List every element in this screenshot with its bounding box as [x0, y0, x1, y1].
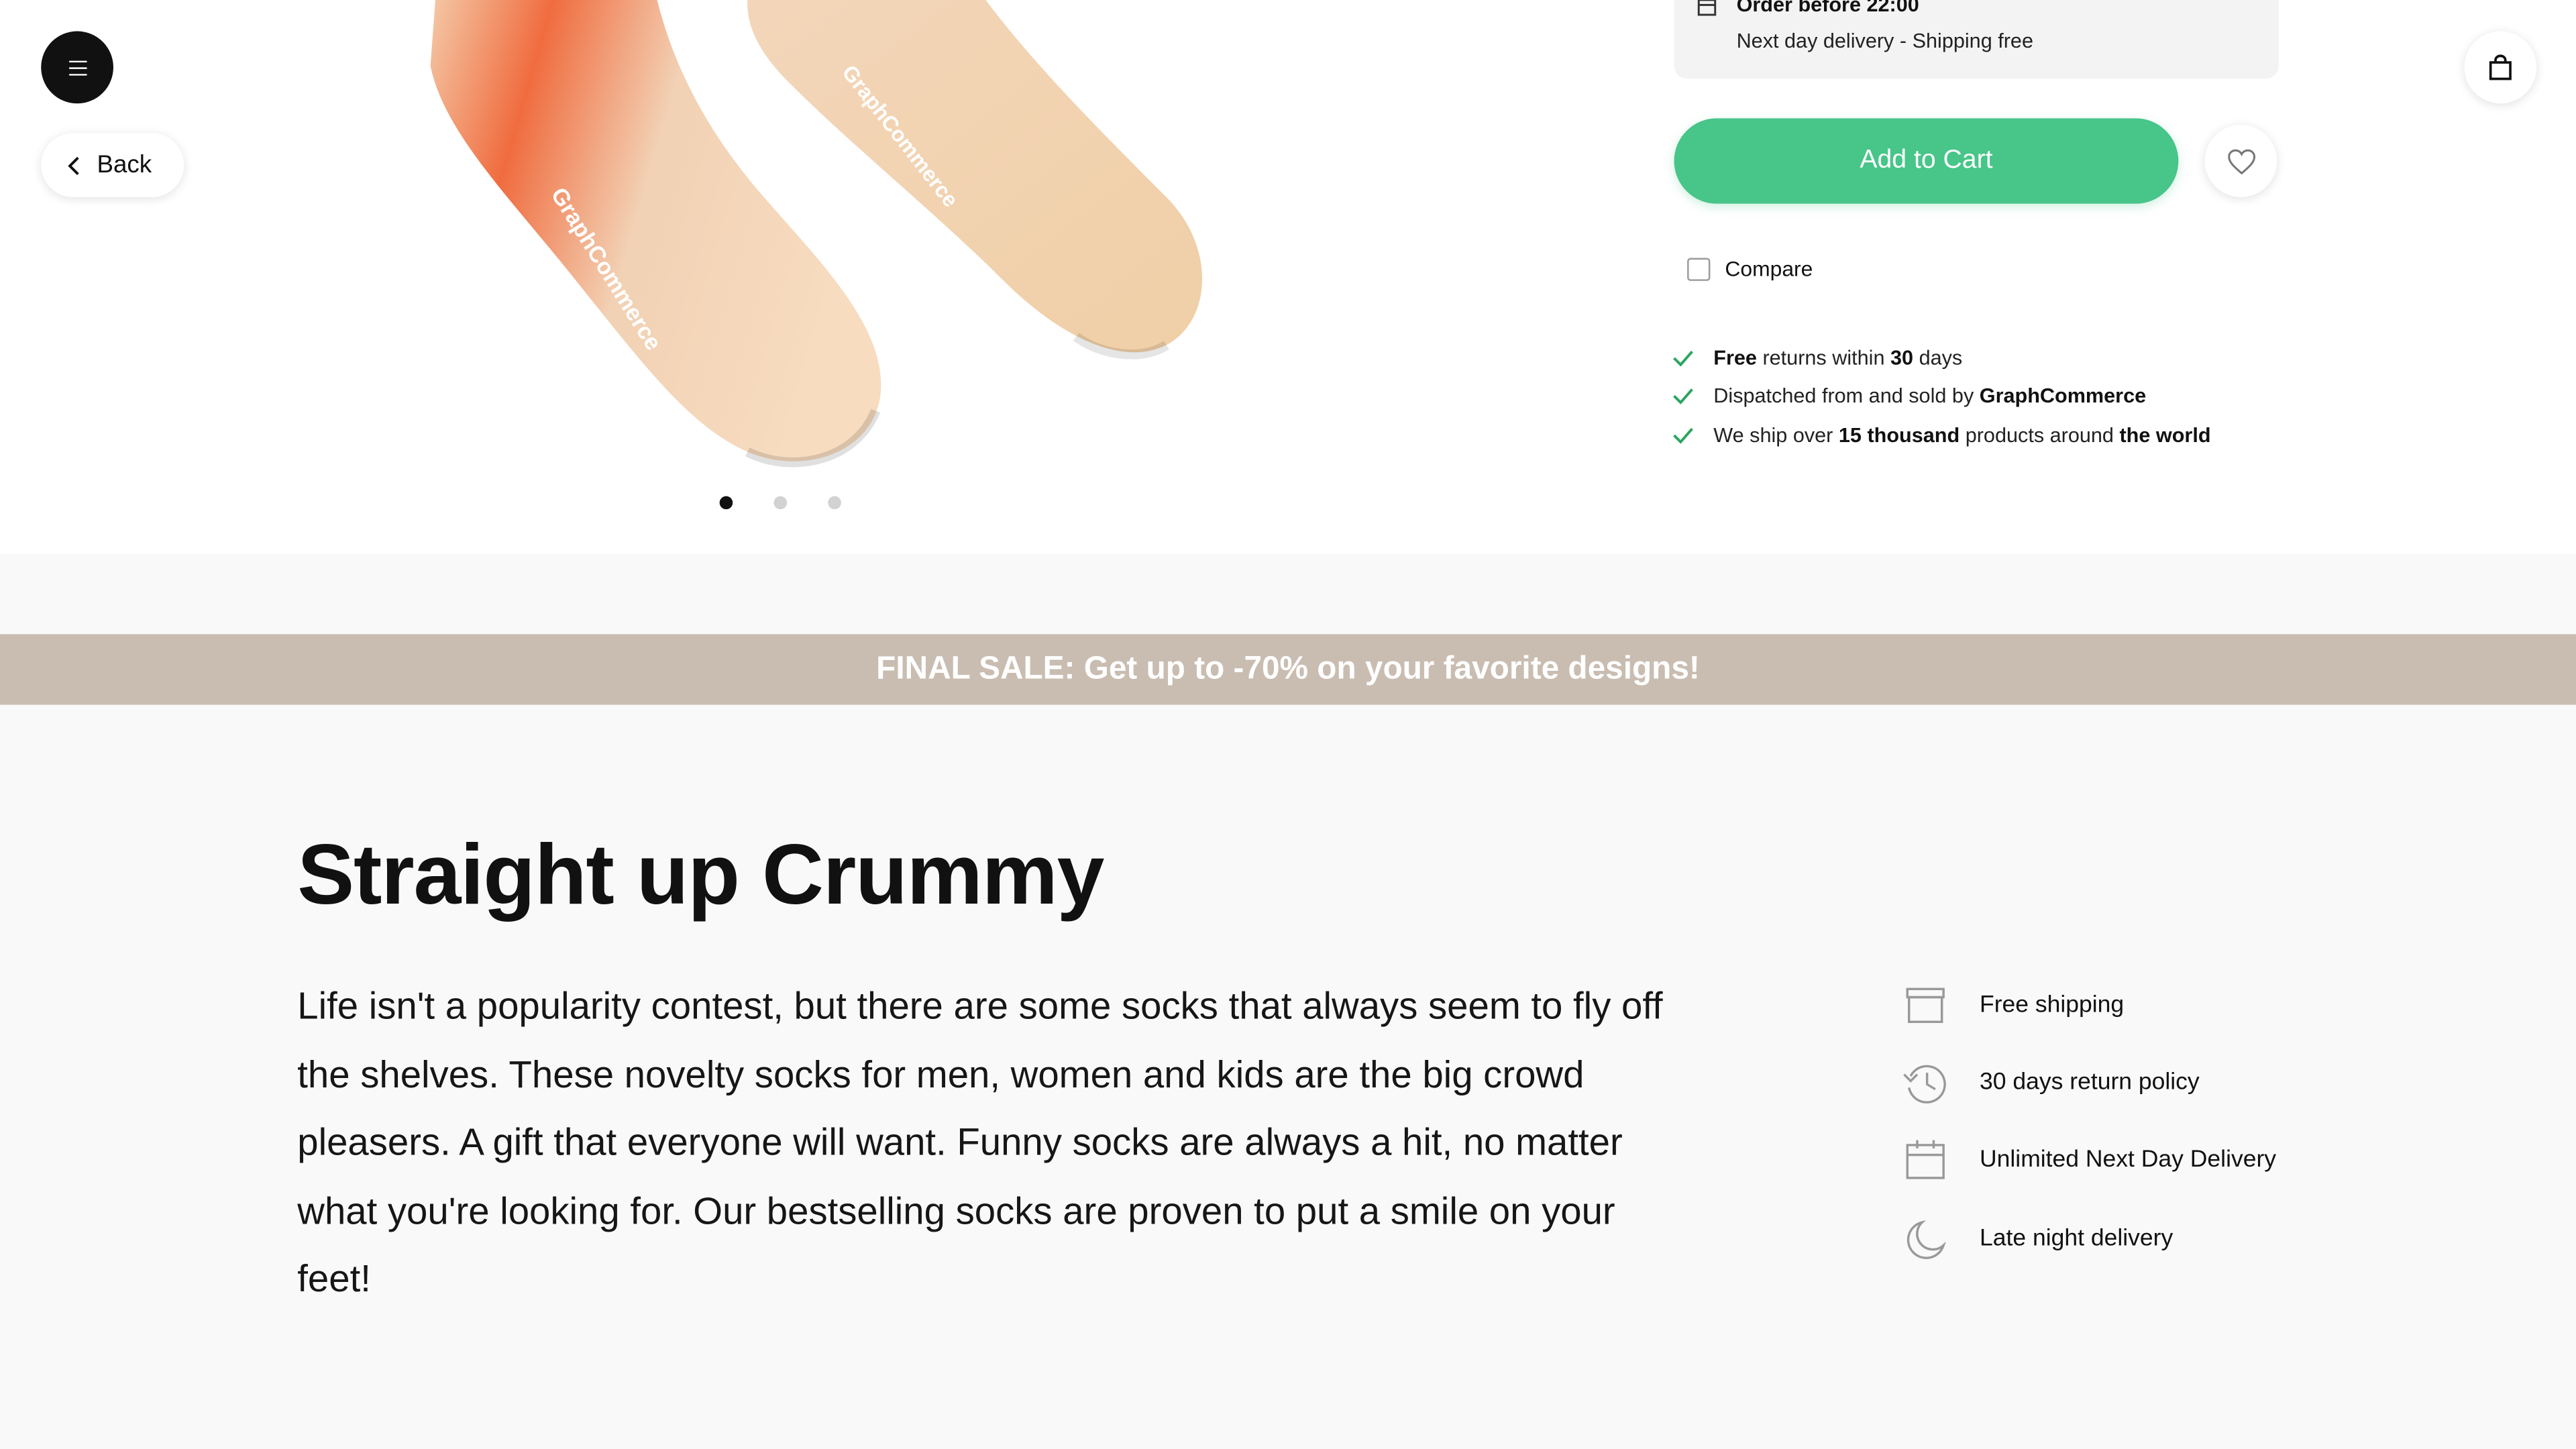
feature-label: Late night delivery [1980, 1224, 2174, 1251]
cart-button[interactable] [2464, 31, 2537, 104]
chevron-left-icon [68, 156, 79, 174]
usp-item: Dispatched from and sold by GraphCommerc… [1672, 377, 2211, 416]
feature-item: Late night delivery [1900, 1199, 2276, 1277]
page-headline: Straight up Crummy [297, 828, 1104, 924]
feature-label: Free shipping [1980, 991, 2125, 1018]
features-list: Free shipping 30 days return policy Unli… [1900, 966, 2276, 1277]
usp-text: We ship over 15 thousand products around… [1713, 423, 2211, 447]
check-icon [1673, 427, 1693, 443]
menu-button[interactable] [41, 31, 113, 104]
usp-list: Free returns within 30 days Dispatched f… [1672, 338, 2211, 454]
delivery-info: Order before 22:00 Next day delivery - S… [1674, 0, 2279, 79]
product-image[interactable]: GraphCommerce GraphCommerce [394, 0, 1248, 493]
back-button[interactable]: Back [41, 133, 184, 197]
product-hero: GraphCommerce GraphCommerce Order before… [0, 0, 2576, 554]
delivery-subtitle: Next day delivery - Shipping free [1736, 30, 2033, 53]
usp-text: Free returns within 30 days [1713, 346, 1963, 370]
gallery-dot[interactable] [828, 496, 841, 510]
usp-text: Dispatched from and sold by GraphCommerc… [1713, 384, 2147, 408]
feature-item: Free shipping [1900, 966, 2276, 1044]
feature-label: Unlimited Next Day Delivery [1980, 1146, 2277, 1174]
gallery-dot[interactable] [773, 496, 788, 510]
feature-item: 30 days return policy [1900, 1044, 2276, 1122]
check-icon [1673, 350, 1693, 366]
delivery-title: Order before 22:00 [1736, 0, 1919, 17]
shopping-bag-icon [2489, 54, 2512, 80]
back-label: Back [97, 151, 152, 179]
add-to-cart-button[interactable]: Add to Cart [1674, 118, 2179, 204]
gallery-dot[interactable] [719, 496, 733, 510]
description-text: Life isn't a popularity contest, but the… [297, 983, 1663, 1301]
page: GraphCommerce GraphCommerce Order before… [0, 0, 2576, 1449]
feature-label: 30 days return policy [1980, 1069, 2200, 1096]
history-icon [1903, 1065, 1946, 1104]
compare-label: Compare [1725, 256, 1813, 281]
calendar-icon [1697, 0, 1717, 16]
hamburger-icon [68, 60, 87, 76]
usp-item: We ship over 15 thousand products around… [1672, 416, 2211, 455]
checkbox-box[interactable] [1687, 257, 1711, 280]
feature-item: Unlimited Next Day Delivery [1900, 1122, 2276, 1199]
moon-icon [1907, 1219, 1946, 1258]
gallery-pagination [719, 496, 841, 510]
box-icon [1906, 987, 1945, 1023]
compare-checkbox[interactable]: Compare [1687, 256, 1813, 281]
usp-item: Free returns within 30 days [1672, 338, 2211, 377]
wishlist-button[interactable] [2204, 125, 2277, 197]
heart-icon [2226, 148, 2255, 174]
calendar-icon [1906, 1140, 1945, 1180]
check-icon [1673, 388, 1693, 405]
sale-banner[interactable]: FINAL SALE: Get up to -70% on your favor… [0, 634, 2576, 705]
